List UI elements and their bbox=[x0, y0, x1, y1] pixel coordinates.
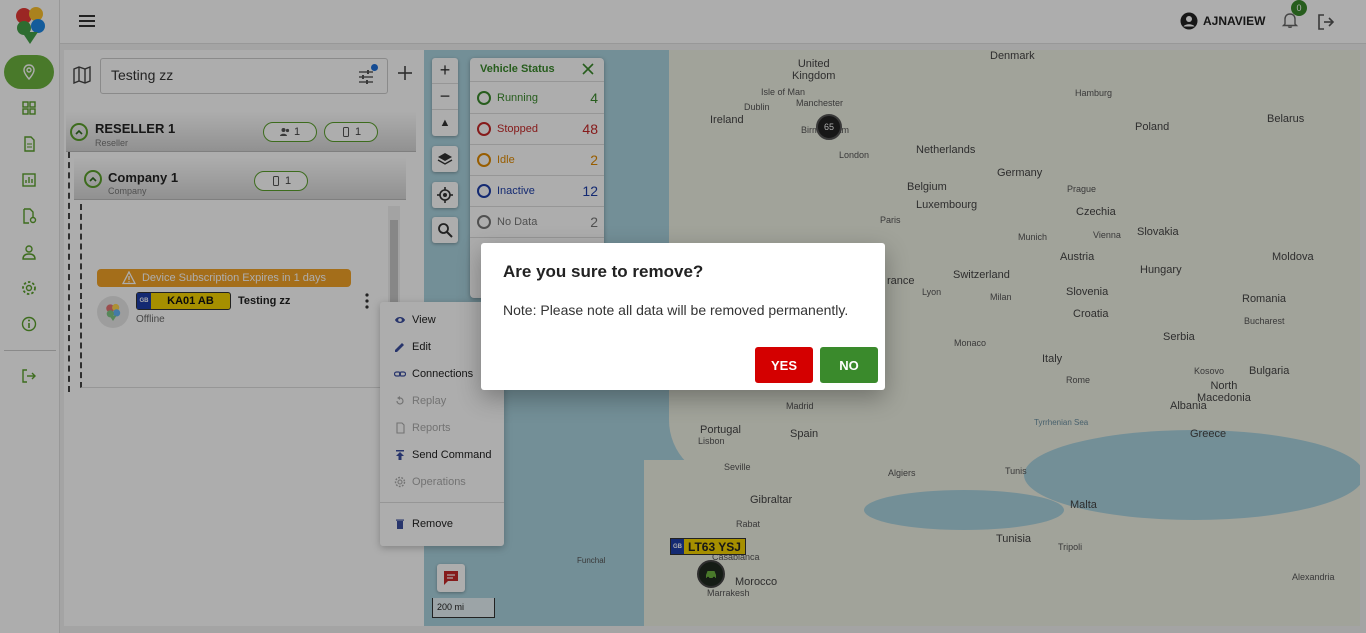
remove-confirm-dialog: Are you sure to remove? Note: Please not… bbox=[481, 243, 885, 390]
yes-button[interactable]: YES bbox=[755, 347, 813, 383]
no-button[interactable]: NO bbox=[820, 347, 878, 383]
dialog-title: Are you sure to remove? bbox=[503, 262, 704, 281]
dialog-message: Note: Please note all data will be remov… bbox=[503, 302, 849, 318]
